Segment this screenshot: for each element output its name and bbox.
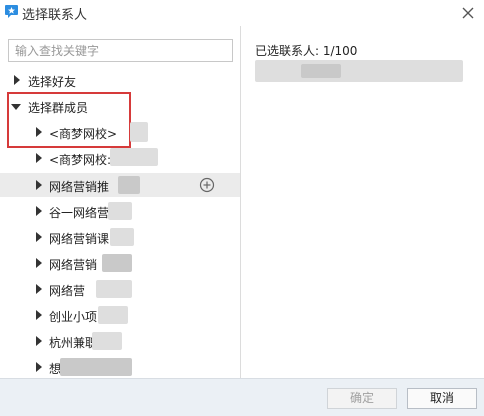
privacy-blur bbox=[96, 280, 132, 298]
group-name: 网络营 bbox=[49, 284, 86, 298]
title-bar: 选择联系人 bbox=[0, 0, 484, 26]
privacy-blur bbox=[118, 176, 140, 194]
tree-item-friends[interactable]: 选择好友 bbox=[0, 68, 240, 92]
expand-arrow-right-icon bbox=[36, 336, 42, 346]
add-circle-icon[interactable] bbox=[199, 177, 215, 193]
expand-arrow-right-icon bbox=[36, 284, 42, 294]
expand-arrow-right-icon bbox=[36, 258, 42, 268]
group-name: 网络营销课 bbox=[49, 232, 110, 246]
group-name: <商梦网校> bbox=[49, 127, 118, 141]
collapse-arrow-down-icon bbox=[11, 104, 21, 110]
selected-contacts-panel: 已选联系人: 1/100 bbox=[241, 26, 484, 378]
group-name: 杭州兼职 bbox=[49, 336, 98, 350]
confirm-button[interactable]: 确定 bbox=[327, 388, 397, 409]
group-name: 网络营销推 bbox=[49, 180, 110, 194]
privacy-blur bbox=[110, 228, 134, 246]
contact-tree-panel: 选择好友 选择群成员 <商梦网校> <商梦网校: 网络营销推 谷一网络营 网络营… bbox=[0, 26, 241, 378]
privacy-blur bbox=[255, 60, 463, 82]
privacy-blur bbox=[130, 122, 148, 142]
tree-item-label: 选择群成员 bbox=[28, 101, 89, 115]
privacy-blur bbox=[60, 358, 132, 376]
search-input[interactable] bbox=[8, 39, 233, 62]
expand-arrow-right-icon bbox=[14, 75, 20, 85]
privacy-blur bbox=[301, 64, 341, 78]
privacy-blur bbox=[108, 202, 132, 220]
expand-arrow-right-icon bbox=[36, 232, 42, 242]
group-row[interactable]: <商梦网校> bbox=[0, 120, 240, 144]
window-title: 选择联系人 bbox=[22, 8, 88, 23]
expand-arrow-right-icon bbox=[36, 153, 42, 163]
privacy-blur bbox=[92, 332, 122, 350]
tree-item-group-members[interactable]: 选择群成员 bbox=[0, 94, 240, 118]
app-logo-icon bbox=[5, 5, 18, 18]
expand-arrow-right-icon bbox=[36, 362, 42, 372]
group-name: <商梦网校: bbox=[49, 153, 112, 167]
expand-arrow-right-icon bbox=[36, 206, 42, 216]
expand-arrow-right-icon bbox=[36, 127, 42, 137]
dialog-footer: 确定 取消 bbox=[0, 378, 484, 416]
group-name: 创业小项 bbox=[49, 310, 98, 324]
close-icon[interactable] bbox=[458, 3, 478, 23]
expand-arrow-right-icon bbox=[36, 180, 42, 190]
privacy-blur bbox=[102, 254, 132, 272]
expand-arrow-right-icon bbox=[36, 310, 42, 320]
selected-count-label: 已选联系人: 1/100 bbox=[255, 44, 358, 58]
tree-item-label: 选择好友 bbox=[28, 75, 77, 89]
privacy-blur bbox=[110, 148, 158, 166]
cancel-button[interactable]: 取消 bbox=[407, 388, 477, 409]
group-name: 谷一网络营 bbox=[49, 206, 110, 220]
privacy-blur bbox=[98, 306, 128, 324]
group-name: 网络营销 bbox=[49, 258, 98, 272]
